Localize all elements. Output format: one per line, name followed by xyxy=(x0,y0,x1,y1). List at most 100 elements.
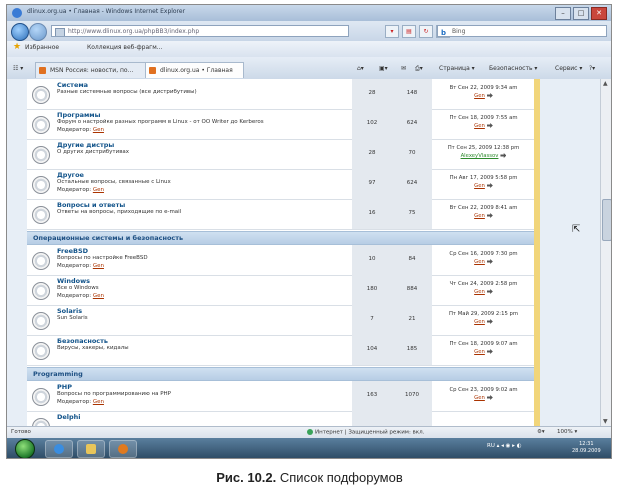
moderator-link[interactable]: Gen xyxy=(93,187,104,193)
forum-title[interactable]: Система xyxy=(57,81,88,89)
last-post-user[interactable]: Gen xyxy=(474,289,485,295)
go-to-post-icon[interactable] xyxy=(486,123,493,128)
go-to-post-icon[interactable] xyxy=(486,319,493,324)
close-button[interactable]: ✕ xyxy=(591,7,607,20)
forum-title[interactable]: Другое xyxy=(57,171,84,179)
go-to-post-icon[interactable] xyxy=(486,93,493,98)
forum-row[interactable]: Delphi xyxy=(27,411,534,426)
last-post-user[interactable]: AlexeyVlassov xyxy=(461,153,499,159)
last-post-user[interactable]: Gen xyxy=(474,123,485,129)
tab-msn[interactable]: MSN Россия: новости, по... xyxy=(35,62,148,78)
tools-menu[interactable]: Сервис ▾ xyxy=(555,65,582,72)
status-tools-icon[interactable]: ⚙▾ xyxy=(537,429,545,435)
clock[interactable]: 12:31 28.09.2009 xyxy=(572,441,601,455)
forward-button[interactable] xyxy=(29,23,47,41)
scroll-up-icon[interactable]: ▲ xyxy=(603,80,608,87)
taskbar-explorer[interactable] xyxy=(77,440,105,458)
search-box[interactable]: b Bing xyxy=(437,25,607,37)
feeds-icon[interactable]: ▣▾ xyxy=(379,65,388,72)
compat-icon[interactable]: ▤ xyxy=(402,25,416,38)
forum-row[interactable]: Безопасность Вирусы, хакеры, кидалы 104 … xyxy=(27,335,534,366)
go-to-post-icon[interactable] xyxy=(486,213,493,218)
go-to-post-icon[interactable] xyxy=(486,259,493,264)
refresh-icon[interactable]: ↻ xyxy=(419,25,433,38)
forum-description: Ответы на вопросы, приходящие по e-mail xyxy=(57,209,182,215)
mail-icon[interactable]: ✉ xyxy=(401,65,406,72)
forum-row[interactable]: PHP Вопросы по программированию на PHP М… xyxy=(27,381,534,412)
globe-icon xyxy=(307,429,313,435)
last-post-date: Ср Сен 23, 2009 9:02 am xyxy=(449,387,518,393)
moderator-link[interactable]: Gen xyxy=(93,127,104,133)
page-icon xyxy=(55,28,65,36)
zoom-level[interactable]: 100% ▾ xyxy=(557,429,577,435)
help-menu[interactable]: ?▾ xyxy=(589,65,595,72)
last-post-user[interactable]: Gen xyxy=(474,395,485,401)
back-button[interactable] xyxy=(11,23,29,41)
start-button[interactable] xyxy=(15,439,35,458)
category-title[interactable]: Programming xyxy=(33,370,83,378)
forum-row[interactable]: Другое Остальные вопросы, связанные с Li… xyxy=(27,169,534,200)
go-to-post-icon[interactable] xyxy=(486,349,493,354)
posts-count: 624 xyxy=(406,120,418,126)
go-to-post-icon[interactable] xyxy=(486,289,493,294)
category-header[interactable]: Programming xyxy=(27,367,534,381)
last-post-user[interactable]: Gen xyxy=(474,349,485,355)
forum-row[interactable]: Программы Форум о настройке разных прогр… xyxy=(27,109,534,140)
scrollbar-thumb[interactable] xyxy=(602,199,611,241)
dropdown-icon[interactable]: ▾ xyxy=(385,25,399,38)
category-header[interactable]: Операционные системы и безопасность xyxy=(27,231,534,245)
forum-moderator: Модератор: Gen xyxy=(57,127,104,133)
forum-moderator: Модератор: Gen xyxy=(57,187,104,193)
print-icon[interactable]: ⎙▾ xyxy=(415,65,423,73)
last-post-user[interactable]: Gen xyxy=(474,93,485,99)
maximize-button[interactable]: □ xyxy=(573,7,589,20)
topics-count: 28 xyxy=(368,90,376,96)
scroll-down-icon[interactable]: ▼ xyxy=(603,418,608,425)
last-post-user[interactable]: Gen xyxy=(474,213,485,219)
search-text: Bing xyxy=(452,28,466,35)
tab-row: ☷ ▾ MSN Россия: новости, по... dlinux.or… xyxy=(7,57,611,80)
forum-row[interactable]: Solaris Sun Solaris 7 21 Пт Май 29, 2009… xyxy=(27,305,534,336)
tab-grid-icon[interactable]: ☷ ▾ xyxy=(13,65,23,72)
go-to-post-icon[interactable] xyxy=(486,395,493,400)
last-post-user[interactable]: Gen xyxy=(474,183,485,189)
forum-title[interactable]: Solaris xyxy=(57,307,82,315)
last-post-user[interactable]: Gen xyxy=(474,319,485,325)
vertical-scrollbar[interactable]: ▲ ▼ xyxy=(600,79,611,426)
forum-row[interactable]: Система Разные системные вопросы (все ди… xyxy=(27,79,534,110)
go-to-post-icon[interactable] xyxy=(486,183,493,188)
home-icon[interactable]: ⌂▾ xyxy=(357,65,364,72)
system-tray[interactable]: RU ▴ ◂ ◉ ▸ ◐ xyxy=(487,443,521,449)
figure-text: Список подфорумов xyxy=(276,470,403,485)
go-to-post-icon[interactable] xyxy=(500,153,507,158)
forum-title[interactable]: Delphi xyxy=(57,413,81,421)
suggested-sites-button[interactable]: Коллекция веб-фрагм... xyxy=(87,44,163,51)
tab-msn-label: MSN Россия: новости, по... xyxy=(50,67,134,74)
forum-title[interactable]: Вопросы и ответы xyxy=(57,201,125,209)
page-menu[interactable]: Страница ▾ xyxy=(439,65,475,72)
safety-menu[interactable]: Безопасность ▾ xyxy=(489,65,537,72)
tab-dlinux[interactable]: dlinux.org.ua • Главная xyxy=(145,62,244,78)
taskbar-ie[interactable] xyxy=(45,440,73,458)
forum-row[interactable]: Windows Все о Windows Модератор: Gen 180… xyxy=(27,275,534,306)
forum-row[interactable]: FreeBSD Вопросы по настройке FreeBSD Мод… xyxy=(27,245,534,276)
forum-row[interactable]: Другие дистры О других дистрибутивах 28 … xyxy=(27,139,534,170)
forum-status-icon xyxy=(32,418,50,426)
moderator-link[interactable]: Gen xyxy=(93,263,104,269)
forum-row[interactable]: Вопросы и ответы Ответы на вопросы, прих… xyxy=(27,199,534,230)
last-post-user[interactable]: Gen xyxy=(474,259,485,265)
category-title[interactable]: Операционные системы и безопасность xyxy=(33,234,183,242)
moderator-link[interactable]: Gen xyxy=(93,293,104,299)
forum-title[interactable]: Windows xyxy=(57,277,90,285)
address-bar[interactable]: http://www.dlinux.org.ua/phpBB3/index.ph… xyxy=(51,25,349,37)
minimize-button[interactable]: – xyxy=(555,7,571,20)
forum-title[interactable]: PHP xyxy=(57,383,72,391)
forum-title[interactable]: Программы xyxy=(57,111,101,119)
forum-title[interactable]: Безопасность xyxy=(57,337,108,345)
forum-title[interactable]: FreeBSD xyxy=(57,247,88,255)
taskbar-media[interactable] xyxy=(109,440,137,458)
forum-moderator: Модератор: Gen xyxy=(57,399,104,405)
favorites-button[interactable]: Избранное xyxy=(25,44,59,51)
forum-title[interactable]: Другие дистры xyxy=(57,141,114,149)
moderator-link[interactable]: Gen xyxy=(93,399,104,405)
